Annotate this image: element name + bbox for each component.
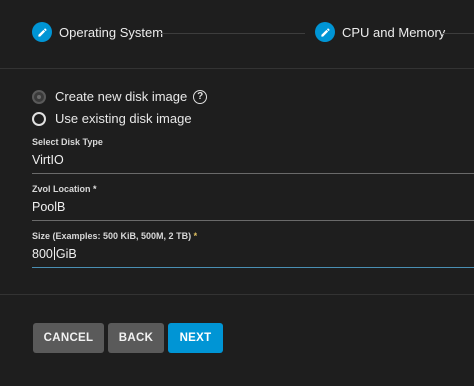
zvol-location-value[interactable]: PoolB <box>32 200 474 216</box>
field-underline-active <box>32 267 474 268</box>
size-value-number: 800 <box>32 247 53 261</box>
cancel-button[interactable]: CANCEL <box>33 323 104 353</box>
disk-type-label: Select Disk Type <box>32 137 103 147</box>
radio-create-new-disk[interactable]: Create new disk image ? <box>32 89 208 104</box>
step-operating-system[interactable]: Operating System <box>32 22 163 42</box>
text-caret <box>53 247 55 260</box>
radio-button[interactable] <box>32 111 46 126</box>
step-connector <box>442 33 474 34</box>
next-button[interactable]: NEXT <box>168 323 223 353</box>
radio-use-existing-disk[interactable]: Use existing disk image <box>32 111 192 126</box>
step-label: Operating System <box>59 24 164 40</box>
help-icon[interactable]: ? <box>193 89 208 104</box>
pencil-icon <box>315 22 335 42</box>
size-value-unit: GiB <box>55 247 77 261</box>
size-label-text: Size (Examples: 500 KiB, 500M, 2 TB) <box>32 231 192 241</box>
back-button[interactable]: BACK <box>108 323 164 353</box>
zvol-location-label-text: Zvol Location <box>32 184 91 194</box>
step-cpu-memory[interactable]: CPU and Memory <box>315 22 445 42</box>
size-label: Size (Examples: 500 KiB, 500M, 2 TB) * <box>32 231 474 241</box>
pencil-icon <box>32 22 52 42</box>
field-underline <box>32 220 474 221</box>
step-connector <box>160 33 305 34</box>
size-field[interactable]: Size (Examples: 500 KiB, 500M, 2 TB) * 8… <box>32 231 474 268</box>
radio-button[interactable] <box>32 89 46 104</box>
footer-divider <box>0 294 474 295</box>
zvol-location-field[interactable]: Zvol Location * PoolB <box>32 184 474 221</box>
size-input[interactable]: 800 GiB <box>32 247 474 263</box>
disk-type-value[interactable]: VirtIO <box>32 153 474 169</box>
field-underline <box>32 173 474 174</box>
radio-label: Use existing disk image <box>55 111 192 126</box>
zvol-location-label: Zvol Location * <box>32 184 474 194</box>
wizard-stepper: Operating System CPU and Memory <box>0 0 474 70</box>
required-marker: * <box>193 231 198 241</box>
required-marker: * <box>93 184 97 194</box>
step-label: CPU and Memory <box>342 24 446 40</box>
disk-type-select[interactable]: Select Disk Type VirtIO <box>32 137 474 174</box>
header-divider <box>0 68 474 69</box>
radio-label: Create new disk image <box>55 89 188 104</box>
